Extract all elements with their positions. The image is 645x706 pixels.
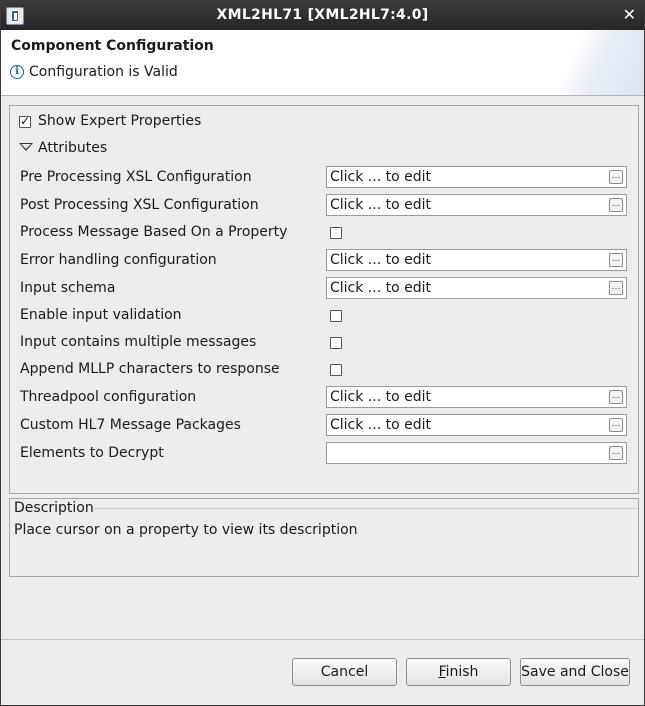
cancel-button[interactable]: Cancel (292, 658, 397, 686)
description-text: Place cursor on a property to view its d… (14, 522, 358, 538)
save-and-close-button[interactable]: Save and Close (520, 658, 630, 686)
field-value: Click ... to edit (330, 252, 431, 268)
prop-label-custom-hl7-packages: Custom HL7 Message Packages (20, 417, 241, 433)
prop-label-append-mllp: Append MLLP characters to response (20, 361, 280, 377)
field-value: Click ... to edit (330, 280, 431, 296)
attributes-section-label[interactable]: Attributes (38, 140, 107, 156)
info-icon: i (10, 65, 24, 79)
header-banner: Component Configuration i Configuration … (1, 30, 644, 96)
browse-dots-icon[interactable]: … (609, 418, 623, 432)
browse-dots-icon[interactable]: … (609, 446, 623, 460)
input-schema-field[interactable]: Click ... to edit … (326, 277, 627, 299)
description-panel: Description Place cursor on a property t… (9, 498, 639, 577)
field-value: Click ... to edit (330, 389, 431, 405)
prop-label-elements-to-decrypt: Elements to Decrypt (20, 445, 164, 461)
field-value: Click ... to edit (330, 417, 431, 433)
field-value: Click ... to edit (330, 197, 431, 213)
prop-label-process-message-property: Process Message Based On a Property (20, 224, 288, 240)
append-mllp-checkbox[interactable] (330, 364, 342, 376)
browse-dots-icon[interactable]: … (609, 253, 623, 267)
description-title: Description (14, 500, 94, 516)
prop-label-enable-input-validation: Enable input validation (20, 307, 182, 323)
prop-label-threadpool: Threadpool configuration (20, 389, 197, 405)
process-message-property-checkbox[interactable] (330, 227, 342, 239)
title-bar[interactable]: XML2HL71 [XML2HL7:4.0] ✕ (1, 1, 644, 30)
post-processing-xsl-field[interactable]: Click ... to edit … (326, 194, 627, 216)
prop-label-pre-processing-xsl: Pre Processing XSL Configuration (20, 169, 252, 185)
button-bar-divider (1, 639, 644, 640)
browse-dots-icon[interactable]: … (609, 198, 623, 212)
prop-label-input-schema: Input schema (20, 280, 116, 296)
description-divider (94, 508, 638, 509)
show-expert-checkbox[interactable] (19, 114, 31, 128)
multiple-messages-checkbox[interactable] (330, 337, 342, 349)
banner-graphic (534, 30, 644, 95)
collapse-triangle-icon[interactable] (19, 143, 33, 151)
custom-hl7-packages-field[interactable]: Click ... to edit … (326, 414, 627, 436)
field-value: Click ... to edit (330, 169, 431, 185)
threadpool-field[interactable]: Click ... to edit … (326, 386, 627, 408)
close-icon[interactable]: ✕ (623, 6, 636, 24)
show-expert-label[interactable]: Show Expert Properties (38, 113, 201, 129)
properties-panel: Show Expert Properties Attributes Pre Pr… (9, 105, 639, 494)
pre-processing-xsl-field[interactable]: Click ... to edit … (326, 166, 627, 188)
prop-label-post-processing-xsl: Post Processing XSL Configuration (20, 197, 259, 213)
page-title: Component Configuration (11, 38, 214, 54)
elements-to-decrypt-field[interactable]: … (326, 442, 627, 464)
error-handling-field[interactable]: Click ... to edit … (326, 249, 627, 271)
browse-dots-icon[interactable]: … (609, 170, 623, 184)
prop-label-multiple-messages: Input contains multiple messages (20, 334, 257, 350)
enable-input-validation-checkbox[interactable] (330, 310, 342, 322)
status-message: Configuration is Valid (29, 64, 178, 80)
window-title: XML2HL71 [XML2HL7:4.0] (216, 7, 429, 23)
dialog-window: XML2HL71 [XML2HL7:4.0] ✕ Component Confi… (0, 0, 645, 706)
finish-label: Finish (438, 664, 479, 680)
browse-dots-icon[interactable]: … (609, 281, 623, 295)
prop-label-error-handling: Error handling configuration (20, 252, 217, 268)
browse-dots-icon[interactable]: … (609, 390, 623, 404)
finish-button[interactable]: Finish (406, 658, 511, 686)
